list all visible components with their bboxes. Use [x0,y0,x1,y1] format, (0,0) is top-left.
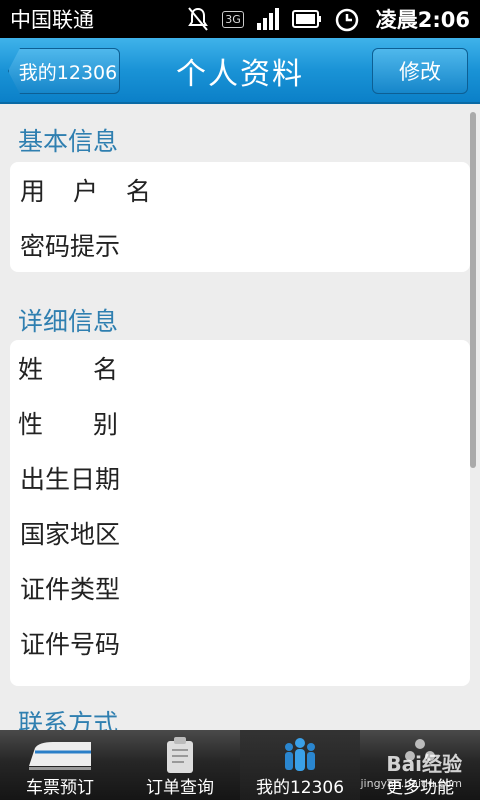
battery-icon [291,10,322,28]
edit-button[interactable]: 修改 [372,48,468,94]
detail-info-card: 姓 名 性 别 出生日期 国家地区 证件类型 证件号码 [10,340,470,686]
list-item[interactable]: 出生日期 [10,450,470,505]
list-item[interactable]: 用 户 名 [10,162,470,217]
train-icon [0,736,120,772]
list-item[interactable]: 国家地区 [10,505,470,560]
nav-item-ticket-booking[interactable]: 车票预订 [0,730,120,800]
list-item[interactable]: 姓 名 [10,340,470,395]
list-item[interactable]: 性 别 [10,395,470,450]
alarm-icon [334,6,360,32]
nav-label: 订单查询 [146,778,214,798]
people-icon [240,736,360,774]
network-3g-icon: 3G [222,10,244,28]
nav-label: 车票预订 [26,778,94,798]
watermark-url: jingyan.baidu.com [360,777,462,790]
section-title-basic-info: 基本信息 [18,127,119,156]
signal-icon [256,8,280,30]
section-title-detail-info: 详细信息 [18,307,119,336]
scrollbar[interactable] [470,112,476,468]
nav-item-my-12306[interactable]: 我的12306 [240,730,360,800]
back-button[interactable]: 我的12306 [8,48,120,94]
carrier-name: 中国联通 [10,8,94,32]
nav-label: 我的12306 [255,778,345,798]
status-icons: 3G 凌晨2:06 [186,4,470,34]
status-time: 凌晨2:06 [375,8,470,32]
list-item[interactable]: 证件类型 [10,560,470,615]
watermark-brand: Bai经验 [386,752,462,776]
list-item[interactable]: 密码提示 [10,217,470,272]
status-bar: 中国联通 3G 凌晨2:06 [0,0,480,38]
title-bar: 我的12306 个人资料 修改 [0,38,480,104]
list-item[interactable]: 证件号码 [10,615,470,670]
section-title-contact: 联系方式 [18,709,119,730]
basic-info-card: 用 户 名 密码提示 [10,162,470,272]
watermark: Bai经验 jingyan.baidu.com [360,748,462,790]
nav-item-order-query[interactable]: 订单查询 [120,730,240,800]
profile-content[interactable]: 基本信息 用 户 名 密码提示 详细信息 姓 名 性 别 出生日期 国家地区 证… [0,106,480,730]
clipboard-icon [120,736,240,774]
bell-muted-icon [186,6,210,32]
